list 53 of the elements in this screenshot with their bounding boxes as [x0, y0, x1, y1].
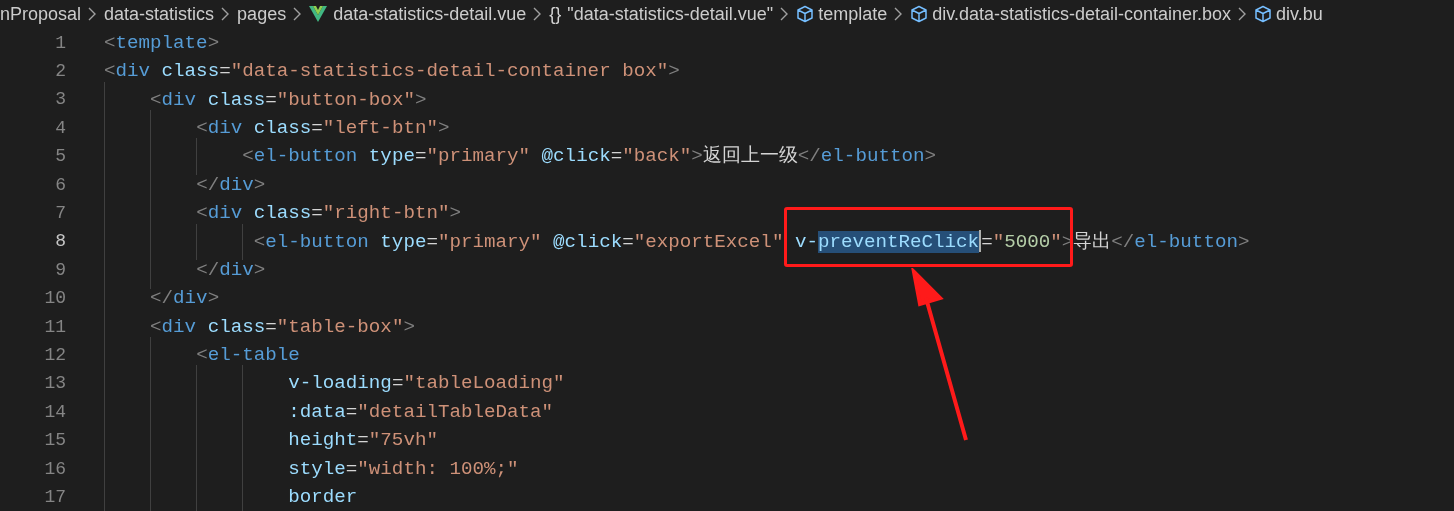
- code-line: v-loading="tableLoading": [287, 372, 565, 395]
- chevron-icon: [780, 7, 790, 21]
- code-line: <div class="data-statistics-detail-container box">: [104, 60, 680, 83]
- breadcrumb-item[interactable]: data-statistics-detail.vue: [333, 0, 527, 28]
- cube-icon: [910, 5, 929, 23]
- code-line: <el-button type="primary" @click="back">返回上一级</el-button>: [241, 145, 936, 168]
- breadcrumb-item[interactable]: nProposal: [0, 0, 82, 28]
- code-line: style="width: 100%;": [287, 457, 519, 480]
- cube-icon: [796, 5, 815, 23]
- line-number: 14: [43, 400, 66, 424]
- line-number: 8: [54, 230, 66, 254]
- code-line: </div>: [195, 258, 266, 281]
- line-number: 15: [43, 429, 66, 453]
- code-line: <template>: [104, 31, 220, 54]
- cube-icon: [1254, 5, 1272, 23]
- code-line: :data="detailTableData": [287, 400, 554, 423]
- line-number: 1: [54, 31, 66, 55]
- chevron-icon: [293, 7, 303, 21]
- breadcrumb-item[interactable]: template: [818, 0, 888, 28]
- code-line: <div class="button-box">: [149, 88, 427, 111]
- line-number: 5: [54, 145, 66, 169]
- breadcrumb-item[interactable]: pages: [237, 0, 287, 28]
- breadcrumb-item[interactable]: div.bu: [1276, 0, 1323, 28]
- line-number: 9: [54, 258, 66, 282]
- line-number: 13: [43, 372, 66, 396]
- line-number: 16: [43, 457, 66, 481]
- code-line: <div class="left-btn">: [195, 116, 450, 139]
- vue-logo-icon: [309, 6, 328, 22]
- code-line: <div class="right-btn">: [195, 202, 461, 225]
- chevron-icon: [1238, 7, 1247, 21]
- line-number: 11: [43, 315, 66, 339]
- line-number: 10: [43, 287, 66, 311]
- line-number: 4: [54, 116, 66, 140]
- line-number: 7: [54, 202, 66, 226]
- breadcrumb-item[interactable]: div.data-statistics-detail-container.box: [932, 0, 1231, 28]
- breadcrumb-item[interactable]: data-statistics: [104, 0, 215, 28]
- line-number: 2: [54, 60, 66, 84]
- line-number: 17: [43, 485, 66, 509]
- chevron-icon: [894, 7, 904, 21]
- line-number: 12: [43, 344, 66, 367]
- braces-icon: {}: [549, 0, 562, 28]
- code-line: <el-table: [195, 344, 300, 367]
- code-line: border: [287, 486, 358, 509]
- line-number: 3: [54, 88, 66, 112]
- code-line: height="75vh": [287, 429, 438, 452]
- line-number: 6: [54, 173, 66, 197]
- breadcrumb-item[interactable]: "data-statistics-detail.vue": [567, 0, 774, 28]
- chevron-icon: [221, 7, 231, 21]
- code-line: </div>: [195, 173, 266, 196]
- chevron-icon: [533, 7, 543, 21]
- chevron-icon: [88, 7, 98, 21]
- code-line: <div class="table-box">: [149, 315, 415, 338]
- code-line: </div>: [149, 287, 220, 310]
